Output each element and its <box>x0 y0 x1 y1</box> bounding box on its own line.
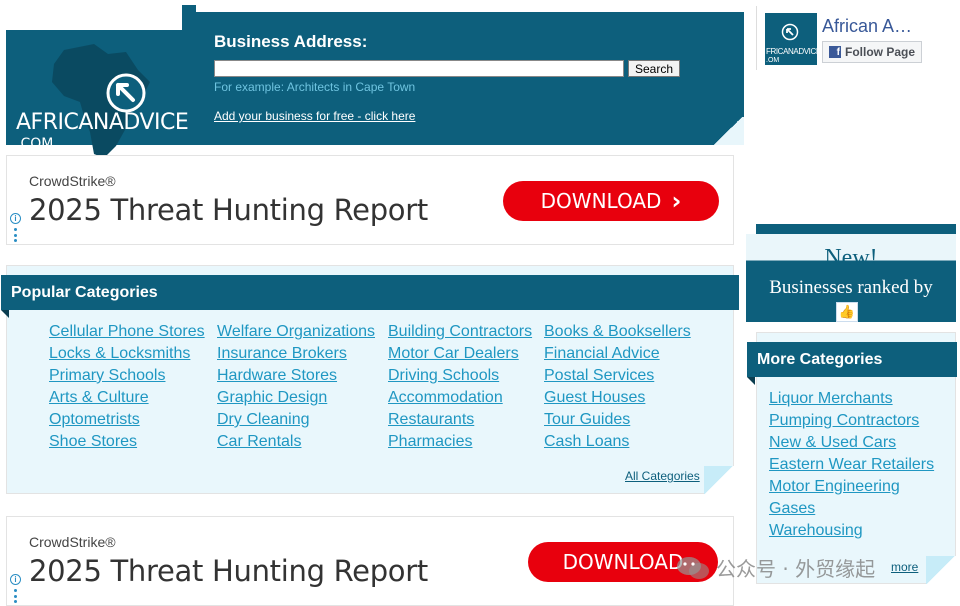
site-header: AFRICANADVICE .COM Business Address: Sea… <box>6 5 744 158</box>
ribbon-tip <box>1 310 9 318</box>
follow-page-label: Follow Page <box>845 45 916 59</box>
category-link[interactable]: Warehousing <box>769 520 934 542</box>
category-link[interactable]: Guest Houses <box>544 387 714 409</box>
watermark: 公众号 · 外贸缘起 <box>676 553 875 582</box>
category-link[interactable]: New & Used Cars <box>769 432 934 454</box>
popular-categories-panel: Popular Categories Cellular Phone Stores… <box>1 265 739 494</box>
ad-options-icon[interactable] <box>14 228 17 242</box>
thumbs-up-icon: 👍 <box>836 302 858 322</box>
category-link[interactable]: Car Rentals <box>217 431 388 453</box>
search-example: For example: Architects in Cape Town <box>214 80 416 94</box>
search-button[interactable]: Search <box>628 60 680 77</box>
address-input[interactable] <box>214 60 624 77</box>
category-link[interactable]: Optometrists <box>49 409 217 431</box>
ribbon-tip <box>747 377 755 385</box>
promo-banner: New! Businesses ranked by 👍 <box>746 234 956 322</box>
category-link[interactable]: Cellular Phone Stores <box>49 321 217 343</box>
promo-title: New! <box>824 245 878 271</box>
brand-tld: .COM <box>16 136 54 152</box>
category-link[interactable]: Motor Car Dealers <box>388 343 544 365</box>
more-categories-list: Liquor Merchants Pumping Contractors New &… <box>769 388 934 542</box>
section-title: Popular Categories <box>11 284 158 301</box>
search-panel: Business Address: Search For example: Ar… <box>194 12 744 145</box>
category-link[interactable]: Motor Engineering <box>769 476 934 498</box>
category-link[interactable]: Insurance Brokers <box>217 343 388 365</box>
category-link[interactable]: Accommodation <box>388 387 544 409</box>
ad-banner[interactable]: i CrowdStrike® 2025 Threat Hunting Repor… <box>6 155 734 245</box>
category-link[interactable]: Arts & Culture <box>49 387 217 409</box>
category-link[interactable]: Liquor Merchants <box>769 388 934 410</box>
category-link[interactable]: Building Contractors <box>388 321 544 343</box>
category-link[interactable]: Gases <box>769 498 934 520</box>
ad-download-button[interactable]: DOWNLOAD › <box>503 181 719 221</box>
all-categories-link[interactable]: All Categories <box>625 469 700 483</box>
ad-info-icon[interactable]: i <box>10 574 21 585</box>
category-link[interactable]: Eastern Wear Retailers <box>769 454 934 476</box>
ad-brand: CrowdStrike® <box>29 173 116 189</box>
ad-download-label: DOWNLOAD <box>562 550 684 574</box>
chevron-right-icon: › <box>671 187 682 215</box>
category-link[interactable]: Driving Schools <box>388 365 544 387</box>
compass-arrow-icon <box>781 23 799 41</box>
category-link[interactable]: Books & Booksellers <box>544 321 714 343</box>
category-link[interactable]: Pumping Contractors <box>769 410 934 432</box>
more-categories-header: More Categories <box>747 342 957 385</box>
facebook-avatar-sub: .OM <box>766 57 780 64</box>
popular-categories-header: Popular Categories <box>1 275 739 318</box>
category-link[interactable]: Pharmacies <box>388 431 544 453</box>
address-label: Business Address: <box>214 32 368 51</box>
facebook-page-name[interactable]: African A… <box>822 16 952 37</box>
category-link[interactable]: Postal Services <box>544 365 714 387</box>
category-link[interactable]: Cash Loans <box>544 431 714 453</box>
category-link[interactable]: Restaurants <box>388 409 544 431</box>
ad-download-label: DOWNLOAD <box>540 189 662 213</box>
category-link[interactable]: Primary Schools <box>49 365 217 387</box>
watermark-text: 公众号 · 外贸缘起 <box>716 557 876 581</box>
new-ranking-promo[interactable]: New! Businesses ranked by 👍 <box>746 224 956 322</box>
facebook-avatar-text: FRICANADVICE <box>766 47 817 56</box>
facebook-avatar[interactable]: FRICANADVICE .OM <box>765 13 817 65</box>
page-fold-corner <box>926 556 956 584</box>
more-link[interactable]: more <box>891 560 918 574</box>
brand-name: AFRICANADVICE <box>16 110 189 135</box>
category-link[interactable]: Graphic Design <box>217 387 388 409</box>
ad-brand: CrowdStrike® <box>29 534 116 550</box>
follow-page-button[interactable]: f Follow Page <box>822 41 922 63</box>
ad-title[interactable]: 2025 Threat Hunting Report <box>29 193 428 227</box>
page-fold-corner <box>712 117 744 145</box>
ad-options-icon[interactable] <box>14 589 17 603</box>
wechat-icon <box>677 556 709 579</box>
ad-title[interactable]: 2025 Threat Hunting Report <box>29 554 428 588</box>
category-link[interactable]: Tour Guides <box>544 409 714 431</box>
site-logo[interactable]: AFRICANADVICE .COM <box>6 30 190 158</box>
category-link[interactable]: Locks & Locksmiths <box>49 343 217 365</box>
ad-info-icon[interactable]: i <box>10 213 21 224</box>
section-title: More Categories <box>757 351 883 368</box>
page-fold-corner <box>704 466 734 494</box>
ad-banner[interactable]: i CrowdStrike® 2025 Threat Hunting Repor… <box>6 516 734 606</box>
compass-arrow-icon <box>106 73 146 113</box>
add-business-link[interactable]: Add your business for free - click here <box>214 109 415 123</box>
category-link[interactable]: Dry Cleaning <box>217 409 388 431</box>
category-link[interactable]: Shoe Stores <box>49 431 217 453</box>
category-link[interactable]: Financial Advice <box>544 343 714 365</box>
category-link[interactable]: Hardware Stores <box>217 365 388 387</box>
more-categories-panel: More Categories Liquor Merchants Pumping … <box>747 332 957 584</box>
facebook-icon: f <box>829 46 841 58</box>
promo-subtitle: Businesses ranked by <box>769 277 933 298</box>
facebook-page-widget: FRICANADVICE .OM African A… f Follow Pag… <box>756 6 956 70</box>
category-link[interactable]: Welfare Organizations <box>217 321 388 343</box>
popular-categories-grid: Cellular Phone Stores Welfare Organizatio… <box>49 321 714 453</box>
